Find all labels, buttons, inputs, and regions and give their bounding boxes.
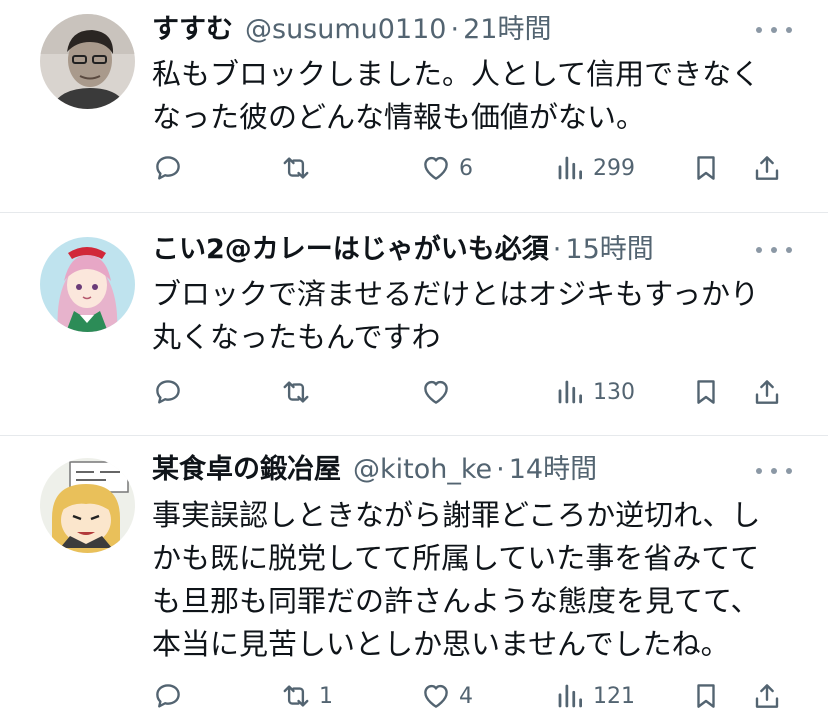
view-count: 130 xyxy=(593,379,635,405)
like-icon xyxy=(424,684,448,708)
tweet-text-line: 丸くなったもんですわ xyxy=(152,320,441,354)
views-button[interactable]: 121 xyxy=(555,674,635,718)
retweet-count: 1 xyxy=(319,683,333,709)
separator: · xyxy=(450,14,460,45)
reply-icon xyxy=(156,380,180,404)
tweet-text: 事実誤認しときながら謝罪どころか逆切れ、し かも既に脱党してて所属していた事を省… xyxy=(152,494,802,666)
views-button[interactable]: 299 xyxy=(555,146,635,190)
view-count: 299 xyxy=(593,155,635,181)
views-button[interactable]: 130 xyxy=(555,370,635,414)
tweet-text: 私もブロックしました。人として信用できなく なった彼のどんな情報も価値がない。 xyxy=(152,53,802,139)
views-icon xyxy=(558,684,582,708)
more-options-icon[interactable] xyxy=(756,461,792,481)
action-bar: 130 xyxy=(0,370,828,414)
bookmark-button[interactable] xyxy=(691,674,721,718)
bookmark-icon xyxy=(697,380,715,404)
retweet-icon xyxy=(283,685,309,707)
like-icon xyxy=(424,156,448,180)
share-button[interactable] xyxy=(752,370,782,414)
views-icon xyxy=(558,380,582,404)
avatar[interactable] xyxy=(40,14,135,109)
tweet-text: ブロックで済ませるだけとはオジキもすっかり 丸くなったもんですわ xyxy=(152,273,802,359)
display-name[interactable]: すすむ xyxy=(152,10,233,50)
tweet-text-line: 私もブロックしました。人として信用できなく xyxy=(152,57,761,91)
tweet-header: すすむ @susumu0110 · 21時間 xyxy=(152,10,551,50)
bookmark-icon xyxy=(697,684,715,708)
tweet-text-line: も旦那も同罪だの許さんような態度を見てて、 xyxy=(152,584,760,618)
tweet-header: 某食卓の鍛冶屋 @kitoh_ke · 14時間 xyxy=(152,450,597,490)
reply-button[interactable] xyxy=(153,146,183,190)
tweet-3[interactable]: 某食卓の鍛冶屋 @kitoh_ke · 14時間 事実誤認しときながら謝罪どころ… xyxy=(0,436,828,726)
share-button[interactable] xyxy=(752,674,782,718)
reply-icon xyxy=(156,684,180,708)
bookmark-icon xyxy=(697,156,715,180)
tweet-header: こい2@カレーはじゃがいも必須 · 15時間 xyxy=(152,230,654,270)
views-icon xyxy=(558,156,582,180)
reply-button[interactable] xyxy=(153,370,183,414)
avatar-illustration-image xyxy=(40,237,135,332)
retweet-button[interactable] xyxy=(281,370,319,414)
like-icon xyxy=(424,380,448,404)
tweet-text-line: かも既に脱党してて所属していた事を省みてて xyxy=(152,541,760,575)
avatar-illustration-image xyxy=(40,458,135,553)
tweet-text-line: ブロックで済ませるだけとはオジキもすっかり xyxy=(152,277,759,311)
retweet-icon xyxy=(283,157,309,179)
action-bar: 1 4 121 xyxy=(0,674,828,718)
user-handle[interactable]: @susumu0110 xyxy=(245,10,447,50)
avatar[interactable] xyxy=(40,237,135,332)
timestamp[interactable]: 14時間 xyxy=(509,450,597,490)
retweet-button[interactable] xyxy=(281,146,319,190)
bookmark-button[interactable] xyxy=(691,370,721,414)
timestamp[interactable]: 15時間 xyxy=(565,230,653,270)
like-button[interactable] xyxy=(421,370,459,414)
avatar-photo-image xyxy=(40,14,135,109)
separator: · xyxy=(496,454,505,485)
retweet-button[interactable]: 1 xyxy=(281,674,333,718)
retweet-icon xyxy=(283,381,309,403)
reply-icon xyxy=(156,156,180,180)
share-icon xyxy=(755,156,779,180)
tweet-text-line: なった彼のどんな情報も価値がない。 xyxy=(152,100,646,134)
share-button[interactable] xyxy=(752,146,782,190)
tweet-text-line: 本当に見苦しいとしか思いませんでしたね。 xyxy=(152,627,730,661)
action-bar: 6 299 xyxy=(0,146,828,190)
more-options-icon[interactable] xyxy=(756,240,792,260)
display-name[interactable]: 某食卓の鍛冶屋 xyxy=(152,450,341,490)
view-count: 121 xyxy=(593,683,635,709)
bookmark-button[interactable] xyxy=(691,146,721,190)
tweet-text-line: 事実誤認しときながら謝罪どころか逆切れ、し xyxy=(152,498,761,532)
timestamp[interactable]: 21時間 xyxy=(463,10,551,50)
share-icon xyxy=(755,684,779,708)
like-count: 4 xyxy=(459,683,473,709)
user-handle[interactable]: @kitoh_ke xyxy=(353,450,492,490)
display-name[interactable]: こい2@カレーはじゃがいも必須 xyxy=(152,230,549,270)
tweet-1[interactable]: すすむ @susumu0110 · 21時間 私もブロックしました。人として信用… xyxy=(0,0,828,212)
like-button[interactable]: 6 xyxy=(421,146,473,190)
like-count: 6 xyxy=(459,155,473,181)
reply-button[interactable] xyxy=(153,674,183,718)
like-button[interactable]: 4 xyxy=(421,674,473,718)
more-options-icon[interactable] xyxy=(756,20,792,40)
separator: · xyxy=(552,234,562,265)
tweet-2[interactable]: こい2@カレーはじゃがいも必須 · 15時間 ブロックで済ませるだけとはオジキも… xyxy=(0,213,828,435)
share-icon xyxy=(755,380,779,404)
avatar[interactable] xyxy=(40,458,135,553)
